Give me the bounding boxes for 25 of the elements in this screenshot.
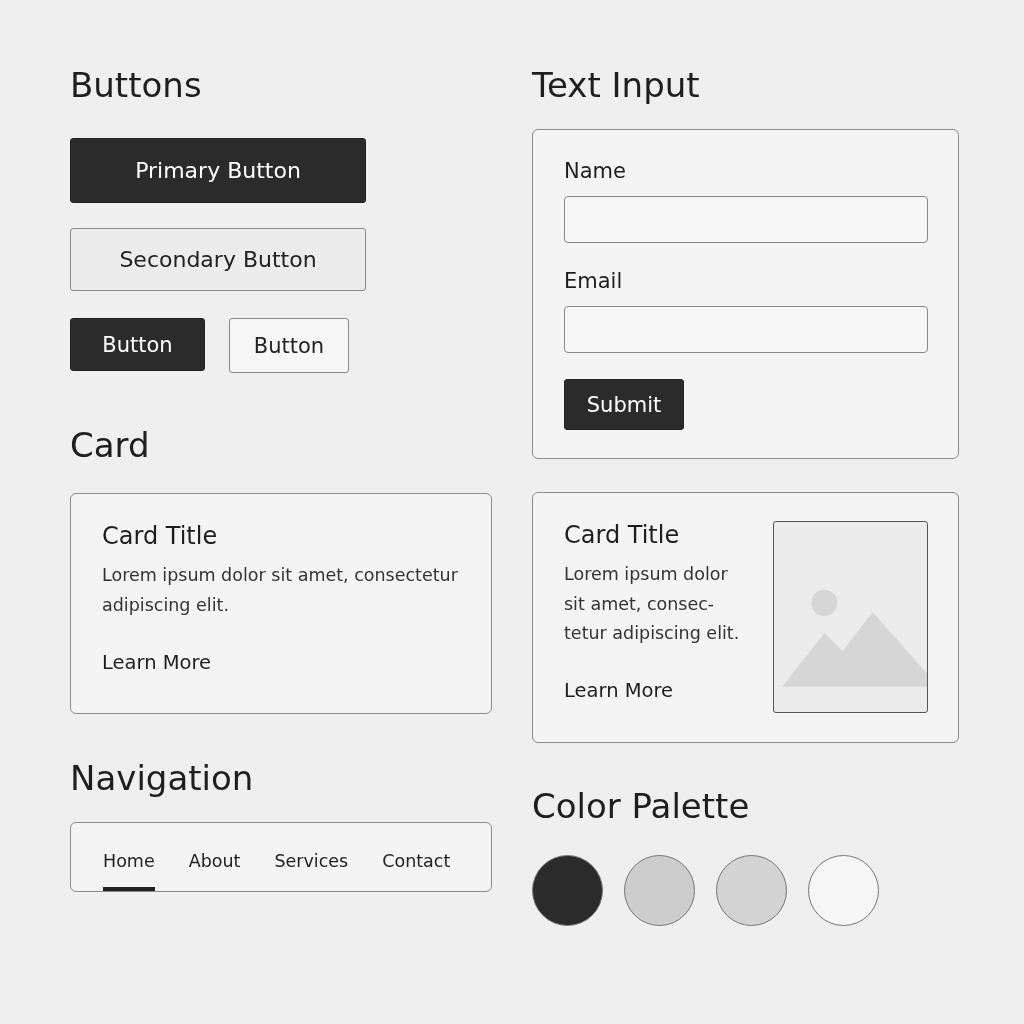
- card-title: Card Title: [102, 521, 218, 552]
- input-field[interactable]: [564, 306, 928, 353]
- button[interactable]: Button: [70, 318, 205, 371]
- card-text: Lorem ipsum dolor sit amet, consectetur adipiscing elit.: [102, 564, 458, 617]
- field-label: Name: [564, 158, 626, 185]
- section-heading: Buttons: [70, 64, 202, 107]
- submit-button[interactable]: Submit: [564, 379, 684, 430]
- input-field[interactable]: [564, 196, 928, 243]
- card-text: Lorem ipsum dolor sit amet, consec- tetur adipiscing elit.: [564, 563, 740, 645]
- nav-tab[interactable]: About: [188, 823, 241, 891]
- learn-more-link[interactable]: Learn More: [102, 648, 212, 677]
- section-heading: Card: [70, 424, 150, 467]
- card-title: Card Title: [564, 520, 680, 551]
- section-heading: Text Input: [532, 64, 700, 107]
- image-placeholder-icon: [782, 589, 927, 687]
- button[interactable]: Primary Button: [70, 138, 366, 203]
- section-heading: Navigation: [70, 757, 254, 800]
- nav-tab[interactable]: Services: [274, 823, 349, 891]
- nav-tab[interactable]: Contact: [382, 823, 451, 891]
- field-label: Email: [564, 268, 623, 295]
- button[interactable]: Secondary Button: [70, 228, 366, 291]
- nav-tab[interactable]: Home: [103, 823, 155, 891]
- button[interactable]: Button: [229, 318, 349, 373]
- learn-more-link[interactable]: Learn More: [564, 675, 674, 705]
- section-heading: Color Palette: [532, 785, 750, 828]
